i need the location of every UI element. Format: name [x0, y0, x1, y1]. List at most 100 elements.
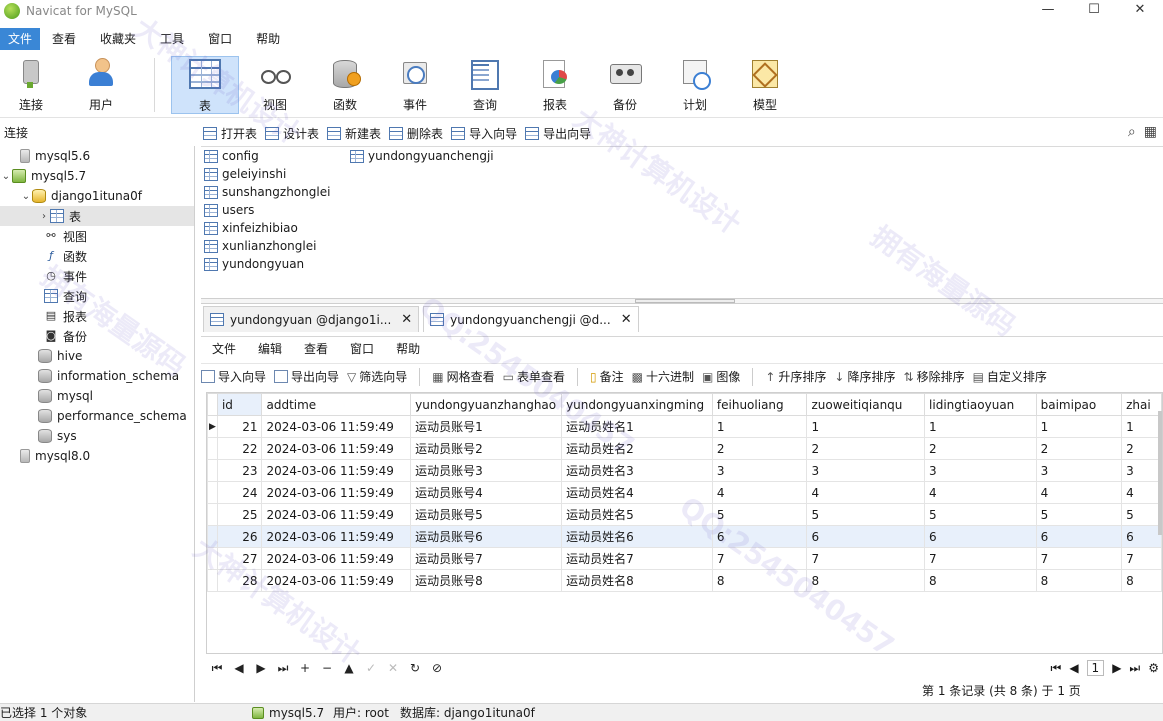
page-number-field[interactable]: 1 — [1086, 660, 1105, 676]
cell-baimipao[interactable]: 6 — [1035, 525, 1123, 548]
cell-zhai[interactable]: 6 — [1121, 525, 1162, 548]
cell-lidingtiaoyuan[interactable]: 6 — [924, 525, 1037, 548]
table-row[interactable]: 24 2024-03-06 11:59:49 运动员账号4 运动员姓名4 4 4… — [207, 481, 1162, 504]
cell-feihuoliang[interactable]: 2 — [711, 437, 808, 460]
cell-feihuoliang[interactable]: 5 — [711, 503, 808, 526]
cell-feihuoliang[interactable]: 8 — [711, 569, 808, 592]
column-header-zhai[interactable]: zhai — [1121, 393, 1162, 416]
tree-database-sys[interactable]: sys — [38, 426, 77, 446]
cell-zhai[interactable]: 2 — [1121, 437, 1162, 460]
cell-zuoweitiqianqu[interactable]: 7 — [806, 547, 926, 570]
form-view-button[interactable]: ▭ 表单查看 — [503, 368, 565, 385]
cell-yundongyuanxingming[interactable]: 运动员姓名4 — [561, 481, 713, 504]
menu-window[interactable]: 窗口 — [339, 340, 385, 357]
table-item-yundongyuanchengji[interactable]: yundongyuanchengji — [350, 147, 494, 165]
apply-changes-button[interactable]: ✓ — [360, 661, 382, 675]
tree-connection-mysql80[interactable]: mysql8.0 — [20, 446, 90, 466]
menu-file[interactable]: 文件 — [201, 340, 247, 357]
filter-wizard-button[interactable]: ▽ 筛选向导 — [347, 368, 407, 385]
discard-changes-button[interactable]: ✕ — [382, 661, 404, 675]
cell-yundongyuanxingming[interactable]: 运动员姓名8 — [561, 569, 713, 592]
cell-zuoweitiqianqu[interactable]: 8 — [806, 569, 926, 592]
cell-baimipao[interactable]: 4 — [1035, 481, 1123, 504]
hex-button[interactable]: ▩ 十六进制 — [632, 368, 694, 385]
cell-feihuoliang[interactable]: 7 — [711, 547, 808, 570]
table-row[interactable]: 23 2024-03-06 11:59:49 运动员账号3 运动员姓名3 3 3… — [207, 459, 1162, 482]
chevron-down-icon[interactable]: ⌄ — [20, 191, 32, 202]
table-row[interactable]: 25 2024-03-06 11:59:49 运动员账号5 运动员姓名5 5 5… — [207, 503, 1162, 526]
minimize-button[interactable]: — — [1025, 0, 1071, 22]
column-header-addtime[interactable]: addtime — [261, 393, 412, 416]
cell-zuoweitiqianqu[interactable]: 3 — [806, 459, 926, 482]
cell-addtime[interactable]: 2024-03-06 11:59:49 — [261, 503, 412, 526]
cell-yundongyuanxingming[interactable]: 运动员姓名5 — [561, 503, 713, 526]
next-page-icon[interactable]: ▶ — [1112, 661, 1121, 675]
cell-yundongyuanxingming[interactable]: 运动员姓名1 — [561, 415, 713, 438]
cell-lidingtiaoyuan[interactable]: 8 — [924, 569, 1037, 592]
delete-table-button[interactable]: 删除表 — [389, 125, 443, 142]
pane-splitter[interactable] — [201, 298, 1163, 304]
menu-help[interactable]: 帮助 — [244, 28, 292, 50]
close-button[interactable]: ✕ — [1117, 0, 1163, 22]
cell-addtime[interactable]: 2024-03-06 11:59:49 — [261, 415, 412, 438]
cell-zhai[interactable]: 8 — [1121, 569, 1162, 592]
cell-feihuoliang[interactable]: 3 — [711, 459, 808, 482]
table-row[interactable]: 22 2024-03-06 11:59:49 运动员账号2 运动员姓名2 2 2… — [207, 437, 1162, 460]
cell-baimipao[interactable]: 7 — [1035, 547, 1123, 570]
cell-feihuoliang[interactable]: 1 — [711, 415, 808, 438]
cell-id[interactable]: 23 — [216, 459, 263, 482]
cell-lidingtiaoyuan[interactable]: 2 — [924, 437, 1037, 460]
table-row[interactable]: 26 2024-03-06 11:59:49 运动员账号6 运动员姓名6 6 6… — [207, 525, 1162, 548]
delete-record-button[interactable]: − — [316, 661, 338, 675]
next-record-button[interactable]: ▶ — [250, 661, 272, 675]
cell-lidingtiaoyuan[interactable]: 5 — [924, 503, 1037, 526]
grid-view-icon[interactable]: ▦ — [1144, 124, 1157, 140]
table-item-xinfeizhibiao[interactable]: xinfeizhibiao — [204, 219, 298, 237]
cell-yundongyuanzhanghao[interactable]: 运动员账号8 — [410, 569, 563, 592]
cell-zuoweitiqianqu[interactable]: 1 — [806, 415, 926, 438]
import-wizard-button[interactable]: 导入向导 — [201, 368, 266, 385]
menu-help[interactable]: 帮助 — [385, 340, 431, 357]
cell-zhai[interactable]: 1 — [1121, 415, 1162, 438]
table-item-config[interactable]: config — [204, 147, 259, 165]
cell-yundongyuanzhanghao[interactable]: 运动员账号4 — [410, 481, 563, 504]
maximize-button[interactable]: ☐ — [1071, 0, 1117, 22]
view-button[interactable]: 视图 — [244, 56, 306, 114]
cell-yundongyuanzhanghao[interactable]: 运动员账号3 — [410, 459, 563, 482]
cell-yundongyuanxingming[interactable]: 运动员姓名6 — [561, 525, 713, 548]
cell-yundongyuanzhanghao[interactable]: 运动员账号2 — [410, 437, 563, 460]
cell-feihuoliang[interactable]: 4 — [711, 481, 808, 504]
function-button[interactable]: 函数 — [314, 56, 376, 114]
cell-yundongyuanzhanghao[interactable]: 运动员账号6 — [410, 525, 563, 548]
tree-database-hive[interactable]: hive — [38, 346, 82, 366]
tree-item-views[interactable]: ⚯ 视图 — [44, 226, 87, 246]
menu-file[interactable]: 文件 — [0, 28, 41, 50]
cell-addtime[interactable]: 2024-03-06 11:59:49 — [261, 481, 412, 504]
tree-database-information-schema[interactable]: information_schema — [38, 366, 179, 386]
column-header-zuoweitiqianqu[interactable]: zuoweitiqianqu — [806, 393, 926, 416]
sort-descending-button[interactable]: ↓ 降序排序 — [834, 368, 895, 385]
close-icon[interactable]: ✕ — [401, 312, 412, 327]
table-row[interactable]: 28 2024-03-06 11:59:49 运动员账号8 运动员姓名8 8 8… — [207, 569, 1162, 592]
chevron-right-icon[interactable]: › — [38, 211, 50, 222]
cell-addtime[interactable]: 2024-03-06 11:59:49 — [261, 525, 412, 548]
cell-yundongyuanzhanghao[interactable]: 运动员账号7 — [410, 547, 563, 570]
import-wizard-button[interactable]: 导入向导 — [451, 125, 517, 142]
tree-database-django1ituna0f[interactable]: ⌄ django1ituna0f — [20, 186, 142, 206]
cell-addtime[interactable]: 2024-03-06 11:59:49 — [261, 569, 412, 592]
settings-icon[interactable]: ⚙ — [1148, 661, 1159, 675]
cell-id[interactable]: 22 — [216, 437, 263, 460]
cell-id[interactable]: 24 — [216, 481, 263, 504]
schedule-button[interactable]: 计划 — [664, 56, 726, 114]
table-button[interactable]: 表 — [171, 56, 239, 114]
table-item-sunshangzhonglei[interactable]: sunshangzhonglei — [204, 183, 330, 201]
stop-button[interactable]: ⊘ — [426, 661, 448, 675]
menu-favorites[interactable]: 收藏夹 — [88, 28, 148, 50]
cell-lidingtiaoyuan[interactable]: 1 — [924, 415, 1037, 438]
cell-lidingtiaoyuan[interactable]: 3 — [924, 459, 1037, 482]
cell-yundongyuanzhanghao[interactable]: 运动员账号5 — [410, 503, 563, 526]
edit-record-button[interactable]: ▲ — [338, 661, 360, 675]
memo-button[interactable]: ▯ 备注 — [590, 368, 624, 385]
column-header-feihuoliang[interactable]: feihuoliang — [711, 393, 808, 416]
cell-baimipao[interactable]: 1 — [1035, 415, 1123, 438]
